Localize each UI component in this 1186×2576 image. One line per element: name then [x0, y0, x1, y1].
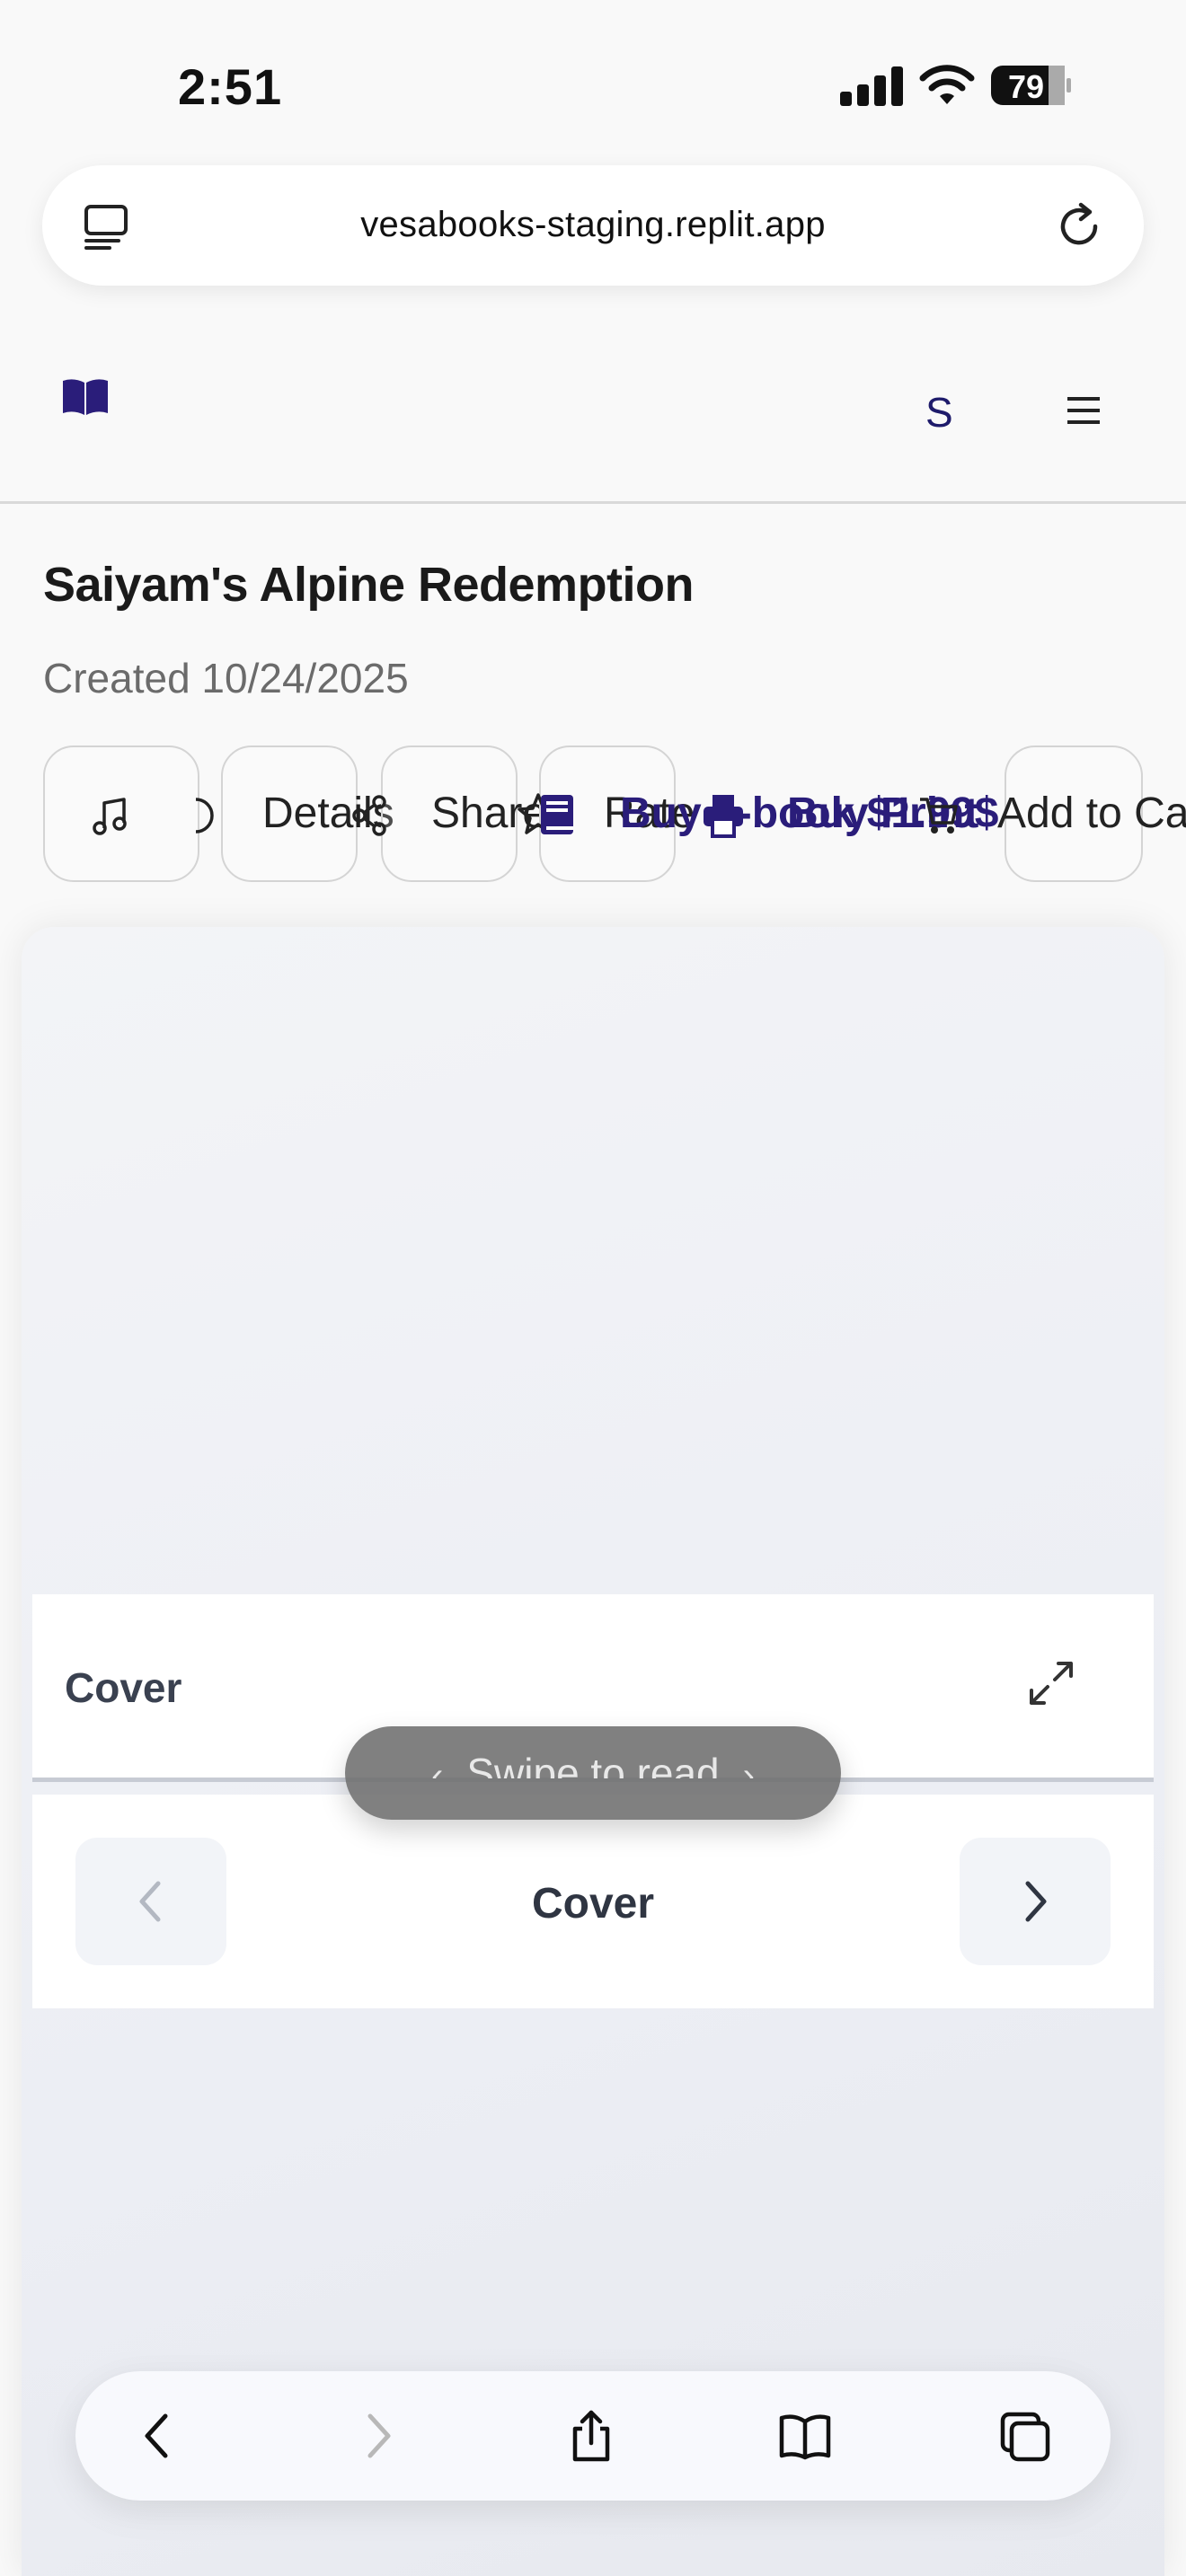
music-note-icon — [93, 798, 127, 835]
add-to-cart-label[interactable]: Add to Cart — [997, 789, 1186, 838]
swipe-hint: ‹ Swipe to read › — [345, 1726, 841, 1820]
swipe-right-chevron-icon: › — [742, 1756, 755, 1778]
url-text[interactable]: vesabooks-staging.replit.app — [42, 205, 1144, 245]
expand-arrows-icon[interactable] — [1026, 1658, 1076, 1708]
swipe-left-chevron-icon: ‹ — [431, 1756, 444, 1778]
battery-icon: 79 — [990, 63, 1071, 108]
bookmarks-icon[interactable] — [776, 2407, 834, 2465]
status-time: 2:51 — [178, 58, 283, 115]
battery-level: 79 — [1007, 68, 1045, 105]
open-book-icon[interactable] — [61, 377, 110, 417]
chevron-right-icon — [1025, 1881, 1047, 1922]
info-icon — [195, 798, 214, 834]
cart-icon — [920, 798, 958, 834]
user-avatar[interactable]: S — [925, 388, 953, 437]
share-nodes-icon — [352, 795, 386, 836]
forward-arrow-icon[interactable] — [349, 2407, 406, 2465]
header-divider — [0, 501, 1186, 504]
book-icon — [541, 795, 573, 834]
created-date: Created 10/24/2025 — [43, 655, 409, 701]
back-arrow-icon[interactable] — [129, 2407, 187, 2465]
tabs-icon[interactable] — [996, 2407, 1053, 2465]
share-icon[interactable] — [562, 2407, 620, 2465]
cellular-signal-icon — [840, 65, 903, 106]
hamburger-menu-icon[interactable] — [1066, 395, 1102, 426]
book-title: Saiyam's Alpine Redemption — [43, 558, 695, 612]
next-page-button[interactable] — [960, 1838, 1111, 1965]
wifi-icon — [919, 65, 975, 104]
printer-icon — [704, 795, 743, 838]
address-bar[interactable]: vesabooks-staging.replit.app — [42, 165, 1144, 286]
reload-icon[interactable] — [1054, 199, 1108, 253]
swipe-hint-text: Swipe to read — [466, 1750, 720, 1778]
page-title: Cover — [65, 1664, 182, 1711]
